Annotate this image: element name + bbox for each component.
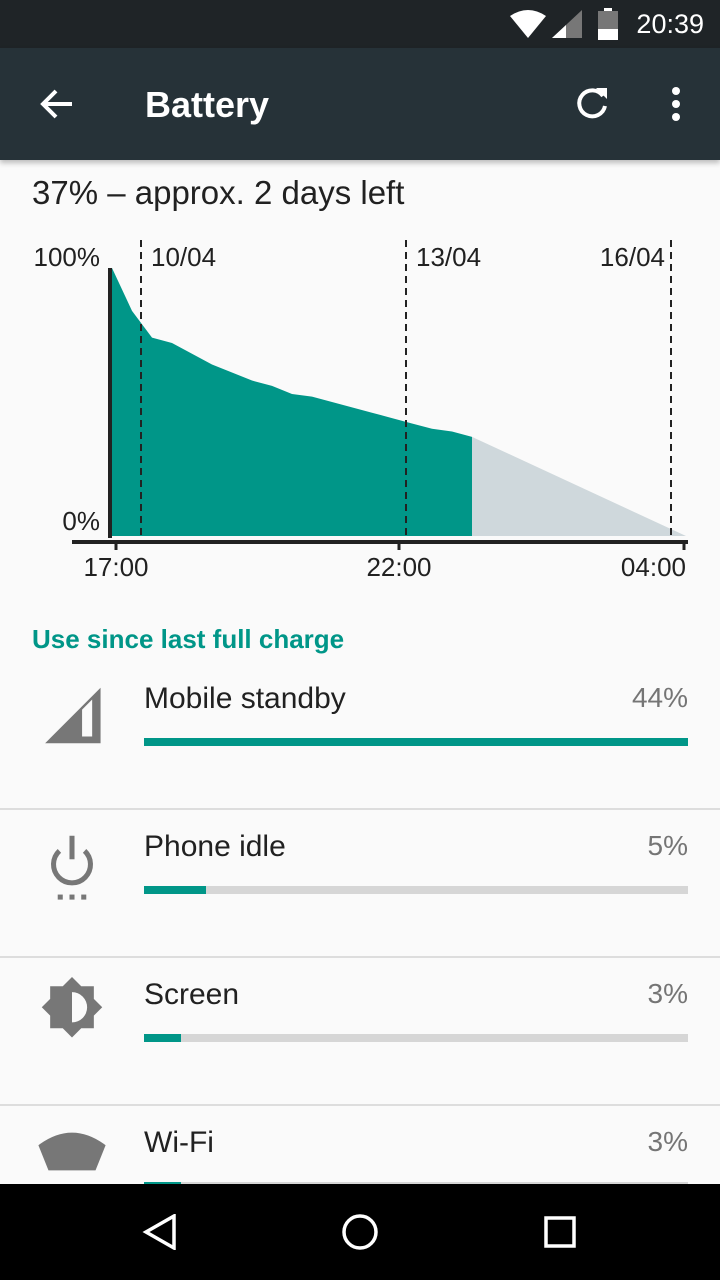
usage-percent: 3% [647, 978, 688, 1009]
y-tick-label: 0% [62, 506, 100, 536]
usage-label: Wi-Fi [144, 1126, 214, 1159]
history-area [112, 268, 472, 536]
arrow-back-icon[interactable] [38, 86, 74, 122]
prediction-area [472, 436, 686, 536]
page-title: Battery [145, 84, 270, 125]
usage-percent: 5% [647, 830, 688, 861]
usage-bar-fill [144, 1034, 182, 1042]
usage-bar [144, 738, 688, 746]
battery-icon [598, 8, 618, 40]
x-tick-label: 04:00 [621, 552, 686, 582]
power-idle-icon [51, 835, 93, 900]
x-tick-label: 17:00 [83, 552, 148, 582]
usage-item[interactable]: Phone idle 5% [0, 810, 720, 958]
usage-bar [144, 1034, 688, 1042]
home-nav-icon[interactable] [342, 1214, 378, 1250]
cell-signal-icon [552, 10, 582, 38]
x-tick-label: 22:00 [366, 552, 431, 582]
date-label: 10/04 [151, 242, 216, 272]
battery-chart: 10/04 13/04 16/04 100% 0% 17:00 22:00 04:00 [34, 240, 688, 582]
navigation-bar [0, 1184, 720, 1280]
refresh-icon[interactable] [574, 86, 610, 122]
recents-nav-icon[interactable] [544, 1216, 576, 1248]
usage-label: Mobile standby [144, 682, 346, 715]
usage-item[interactable]: Mobile standby 44% [0, 662, 720, 810]
usage-bar [144, 886, 688, 894]
usage-percent: 3% [647, 1126, 688, 1157]
clock: 20:39 [636, 9, 704, 39]
cell-signal-icon [45, 687, 101, 744]
usage-item[interactable]: Screen 3% [0, 958, 720, 1106]
app-bar: Battery [0, 48, 720, 160]
brightness-icon [41, 977, 103, 1038]
usage-bar-fill [144, 886, 206, 894]
date-label: 16/04 [600, 242, 665, 272]
wifi-icon [510, 10, 546, 38]
section-title: Use since last full charge [32, 624, 345, 654]
date-label: 13/04 [416, 242, 481, 272]
usage-percent: 44% [631, 682, 688, 713]
battery-summary: 37% – approx. 2 days left [32, 174, 405, 211]
usage-label: Screen [144, 978, 240, 1011]
back-nav-icon[interactable] [142, 1214, 178, 1250]
status-bar: 20:39 [0, 0, 720, 48]
usage-label: Phone idle [144, 830, 286, 863]
more-vert-icon[interactable] [668, 86, 684, 122]
y-tick-label: 100% [34, 242, 101, 272]
usage-bar-fill [144, 738, 688, 746]
